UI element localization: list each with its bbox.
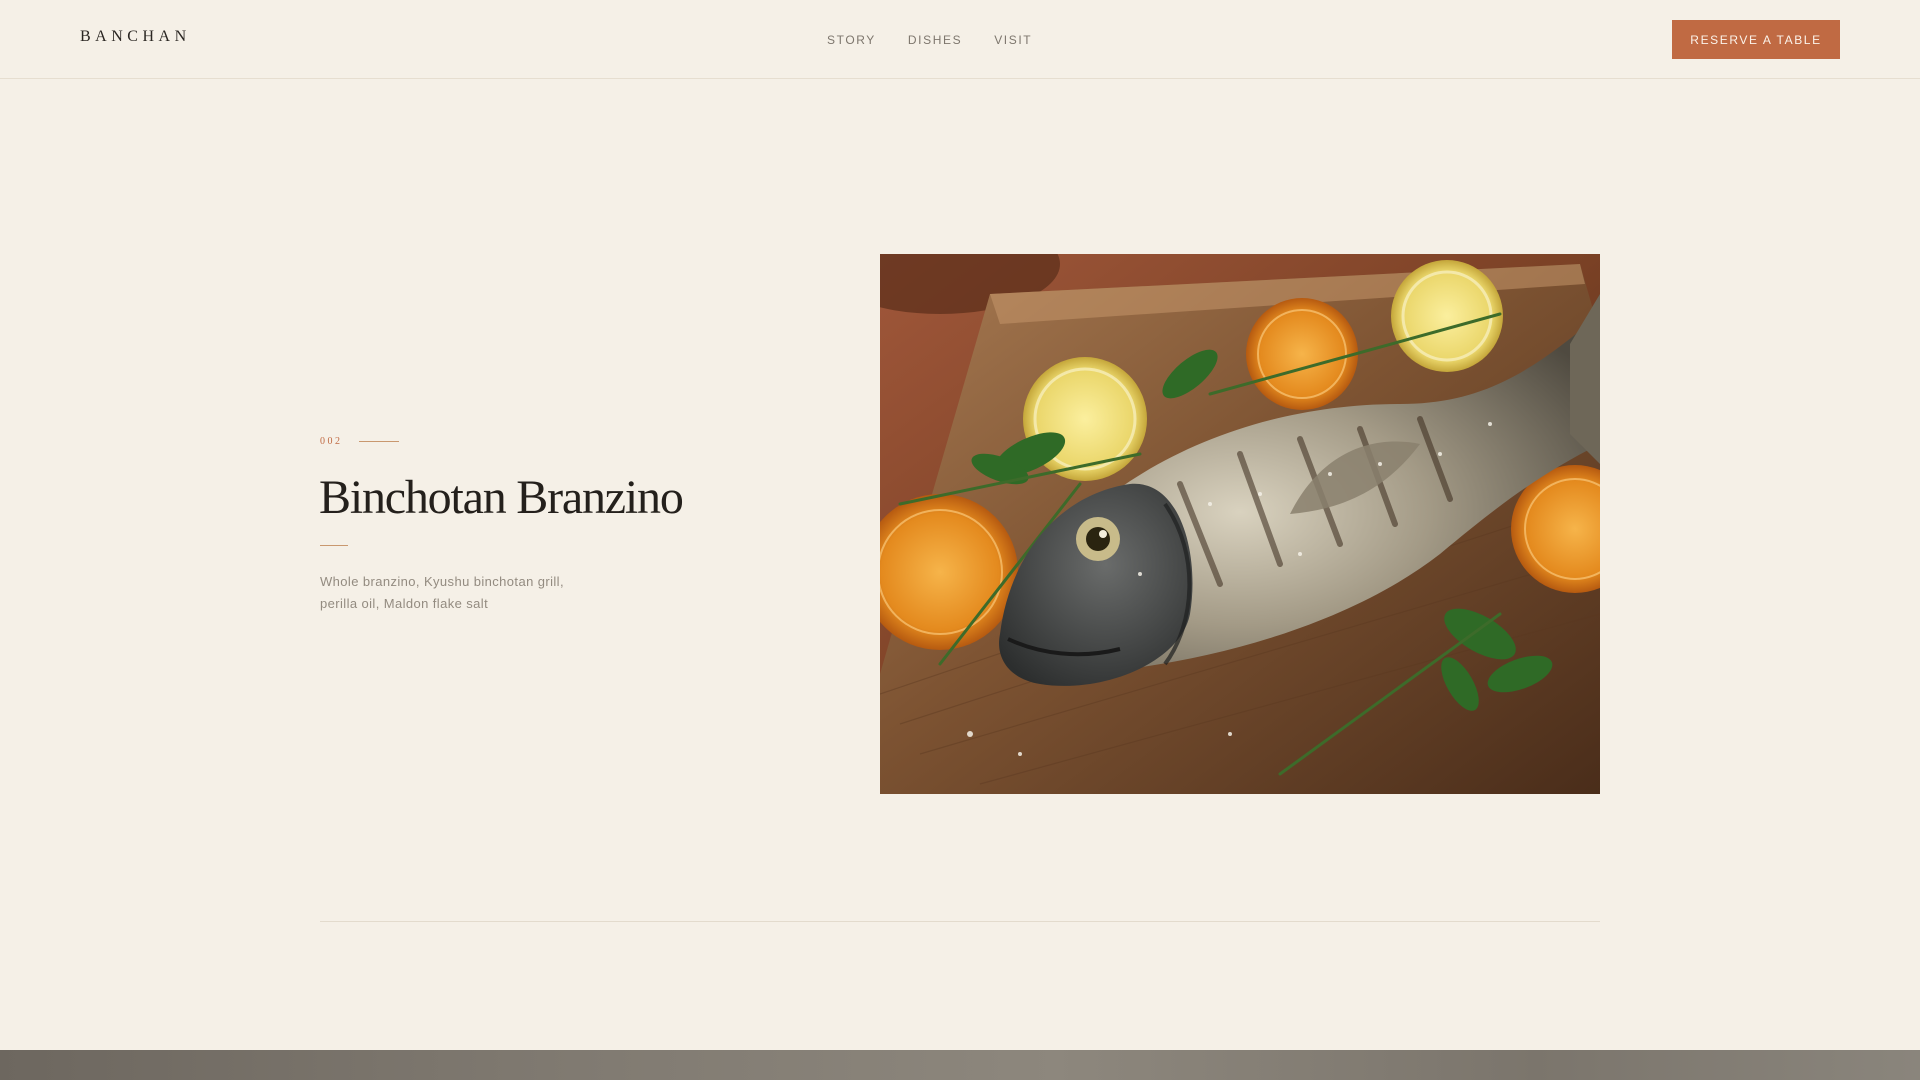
- dish-number: 002: [320, 436, 343, 447]
- nav-link-visit[interactable]: VISIT: [994, 33, 1032, 47]
- dish-description-line: Whole branzino, Kyushu binchotan grill,: [320, 574, 564, 589]
- dish-title: Binchotan Branzino: [319, 471, 684, 524]
- nav-link-dishes[interactable]: DISHES: [908, 33, 962, 47]
- next-section-image-strip: [0, 1050, 1920, 1080]
- brand-logo[interactable]: BANCHAN: [80, 28, 191, 46]
- page: BANCHAN STORY DISHES VISIT RESERVE A TAB…: [0, 0, 1920, 1080]
- section-divider: [320, 921, 1600, 922]
- main-nav: STORY DISHES VISIT: [827, 33, 1032, 47]
- dish-number-rule: [358, 441, 399, 442]
- dish-number-row: 002: [320, 436, 399, 447]
- dish-description: Whole branzino, Kyushu binchotan grill, …: [320, 571, 600, 615]
- site-header: BANCHAN STORY DISHES VISIT RESERVE A TAB…: [0, 0, 1920, 79]
- nav-link-story[interactable]: STORY: [827, 33, 876, 47]
- dish-description-line: perilla oil, Maldon flake salt: [320, 596, 489, 611]
- reserve-table-button[interactable]: RESERVE A TABLE: [1672, 20, 1840, 59]
- dish-title-divider: [320, 545, 348, 546]
- grilled-fish-photo: [880, 254, 1600, 794]
